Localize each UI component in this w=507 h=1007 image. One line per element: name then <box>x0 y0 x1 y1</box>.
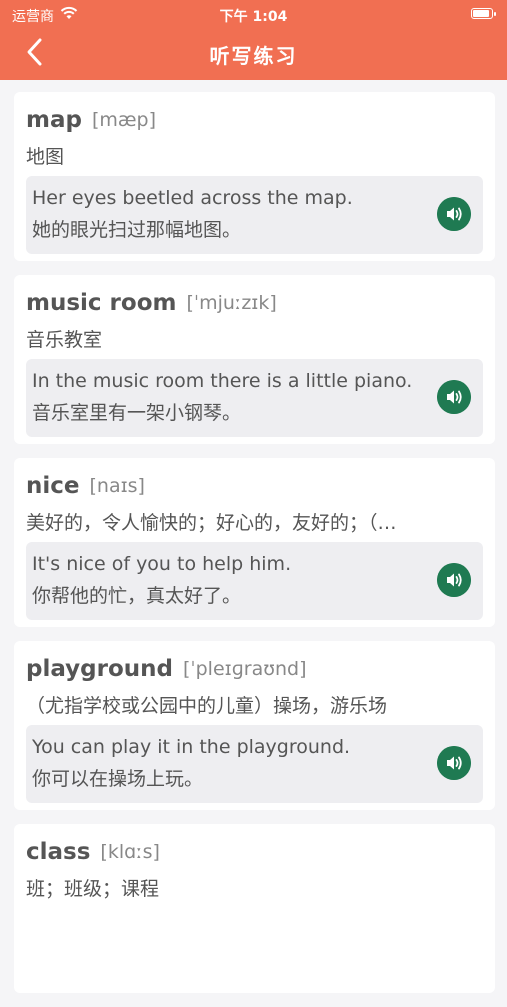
example-box: You can play it in the playground. 你可以在操… <box>26 725 483 803</box>
word-card[interactable]: nice [naɪs] 美好的，令人愉快的；好心的，友好的；（… It's ni… <box>14 458 495 627</box>
example-translation: 音乐室里有一架小钢琴。 <box>32 402 242 424</box>
word-text: class <box>26 839 91 865</box>
example-translation: 她的眼光扫过那幅地图。 <box>32 219 242 241</box>
phonetic-text: [ˈmjuːzɪk] <box>186 292 277 314</box>
word-text: playground <box>26 656 173 682</box>
meaning-text: （尤指学校或公园中的儿童）操场，游乐场 <box>26 695 388 717</box>
nav-bar: 听写练习 <box>0 28 507 80</box>
page-title: 听写练习 <box>209 44 298 68</box>
example-translation: 你可以在操场上玩。 <box>32 768 204 790</box>
word-card[interactable]: class [klɑːs] 班；班级；课程 <box>14 824 495 993</box>
example-sentence: In the music room there is a little pian… <box>32 370 413 392</box>
meaning-text: 班；班级；课程 <box>26 878 160 900</box>
word-card[interactable]: playground [ˈpleɪɡraʊnd] （尤指学校或公园中的儿童）操场… <box>14 641 495 810</box>
phonetic-text: [naɪs] <box>89 475 145 497</box>
example-box: Her eyes beetled across the map. 她的眼光扫过那… <box>26 176 483 254</box>
phonetic-text: [klɑːs] <box>100 841 160 863</box>
word-card[interactable]: map [mæp] 地图 Her eyes beetled across the… <box>14 92 495 261</box>
example-translation: 你帮他的忙，真太好了。 <box>32 585 242 607</box>
speaker-icon[interactable] <box>437 197 471 231</box>
meaning-text: 地图 <box>26 146 65 168</box>
word-text: nice <box>26 473 80 499</box>
app-header: 运营商 下午 1:04 听写练习 <box>0 0 507 80</box>
word-text: music room <box>26 290 177 316</box>
example-box: In the music room there is a little pian… <box>26 359 483 437</box>
example-sentence: It's nice of you to help him. <box>32 553 292 575</box>
speaker-icon[interactable] <box>437 746 471 780</box>
status-time: 下午 1:04 <box>219 9 288 25</box>
phonetic-text: [ˈpleɪɡraʊnd] <box>182 658 307 680</box>
battery-icon <box>471 8 496 19</box>
speaker-icon[interactable] <box>437 380 471 414</box>
status-bar: 运营商 下午 1:04 <box>0 0 507 28</box>
word-list: map [mæp] 地图 Her eyes beetled across the… <box>14 92 495 1007</box>
example-sentence: Her eyes beetled across the map. <box>32 187 353 209</box>
meaning-text: 美好的，令人愉快的；好心的，友好的；（… <box>26 512 397 534</box>
phonetic-text: [mæp] <box>91 109 157 131</box>
example-box: It's nice of you to help him. 你帮他的忙，真太好了… <box>26 542 483 620</box>
meaning-text: 音乐教室 <box>26 329 103 351</box>
example-sentence: You can play it in the playground. <box>32 736 351 758</box>
word-card[interactable]: music room [ˈmjuːzɪk] 音乐教室 In the music … <box>14 275 495 444</box>
speaker-icon[interactable] <box>437 563 471 597</box>
word-text: map <box>26 107 82 133</box>
